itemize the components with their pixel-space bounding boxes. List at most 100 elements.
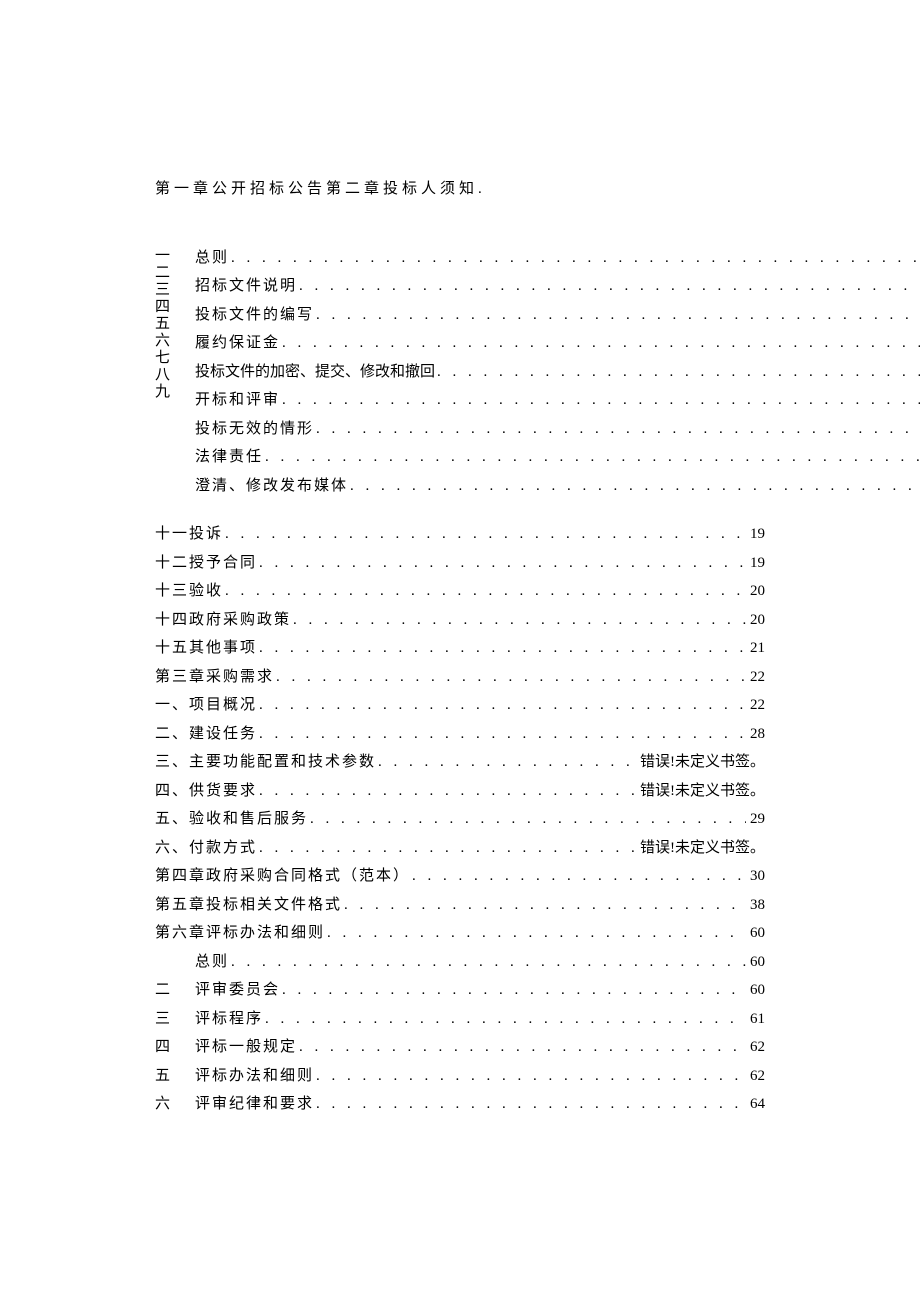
toc-dots [376, 748, 636, 777]
toc-page: 22 [746, 663, 765, 692]
toc-entry: 招标文件说明9 [195, 272, 920, 301]
toc-dots [274, 663, 746, 692]
toc-page: 60 [746, 919, 765, 948]
toc-entry: 十三验收 20 [155, 577, 765, 606]
toc-dots [223, 520, 746, 549]
toc-block1-lines: 总则7 招标文件说明9 投标文件的编写9 履约保证金11 投标文件的加密、提交、… [195, 244, 920, 501]
toc-prefix: 三 [155, 1005, 195, 1034]
toc-page: 60 [746, 976, 765, 1005]
vertical-number-column: 一二三四五六七八九 [155, 244, 195, 501]
toc-label: 四、供货要求 [155, 777, 257, 806]
toc-page: 错误!未定义书签。 [636, 777, 765, 806]
toc-label: 第六章评标办法和细则 [155, 919, 325, 948]
toc-dots [229, 948, 746, 977]
toc-dots [263, 443, 920, 472]
toc-dots [410, 862, 746, 891]
toc-page: 38 [746, 891, 765, 920]
toc-dots [348, 472, 920, 501]
toc-label: 招标文件说明 [195, 272, 297, 301]
vertical-numbers: 一二三四五六七八九 [153, 244, 168, 400]
toc-page: 64 [746, 1090, 765, 1119]
toc-entry: 五、验收和售后服务 29 [155, 805, 765, 834]
toc-page: 错误!未定义书签。 [636, 748, 765, 777]
toc-label: 履约保证金 [195, 329, 280, 358]
toc-dots [257, 549, 746, 578]
toc-label: 十四政府采购政策 [155, 606, 291, 635]
toc-dots [257, 834, 636, 863]
toc-entry: 投标文件的编写9 [195, 301, 920, 330]
toc-dots [297, 272, 920, 301]
toc-label: 第五章投标相关文件格式 [155, 891, 342, 920]
toc-label: 六、付款方式 [155, 834, 257, 863]
toc-entry: 澄清、修改发布媒体18 [195, 472, 920, 501]
toc-label: 评标办法和细则 [195, 1062, 314, 1091]
toc-entry: 十四政府采购政策 20 [155, 606, 765, 635]
toc-page: 20 [746, 606, 765, 635]
toc-page: 29 [746, 805, 765, 834]
toc-dots [257, 634, 746, 663]
toc-prefix: 四 [155, 1033, 195, 1062]
toc-page: 61 [746, 1005, 765, 1034]
toc-label: 总则 [195, 948, 229, 977]
toc-dots [257, 720, 746, 749]
toc-entry: 第四章政府采购合同格式（范本）30 [155, 862, 765, 891]
toc-prefix: 二 [155, 976, 195, 1005]
toc-dots [314, 301, 920, 330]
toc-page: 21 [746, 634, 765, 663]
toc-label: 三、主要功能配置和技术参数 [155, 748, 376, 777]
toc-label: 评审纪律和要求 [195, 1090, 314, 1119]
toc-page: 19 [746, 549, 765, 578]
toc-block-2: 十一投诉19 十二授予合同 19 十三验收 20 十四政府采购政策 20 十五其他事项… [155, 520, 765, 948]
toc-dots [263, 1005, 746, 1034]
toc-entry: 四评标一般规定62 [155, 1033, 765, 1062]
toc-entry: 投标无效的情形15 [195, 415, 920, 444]
toc-label: 十三验收 [155, 577, 223, 606]
toc-dots [223, 577, 746, 606]
toc-entry: 第三章采购需求 22 [155, 663, 765, 692]
toc-page: 62 [746, 1033, 765, 1062]
toc-block-1: 一二三四五六七八九 总则7 招标文件说明9 投标文件的编写9 履约保证金11 投… [155, 244, 765, 501]
toc-entry: 二、建设任务28 [155, 720, 765, 749]
toc-entry: 六评审纪律和要求64 [155, 1090, 765, 1119]
toc-label: 投标无效的情形 [195, 415, 314, 444]
toc-dots [280, 386, 920, 415]
toc-entry: 十五其他事项21 [155, 634, 765, 663]
toc-label: 开标和评审 [195, 386, 280, 415]
toc-entry: 第六章评标办法和细则 60 [155, 919, 765, 948]
toc-dots [314, 1062, 746, 1091]
toc-dots [280, 329, 920, 358]
toc-label: 第三章采购需求 [155, 663, 274, 692]
toc-entry: 总则 60 [155, 948, 765, 977]
toc-dots [257, 777, 636, 806]
toc-entry: 三评标程序61 [155, 1005, 765, 1034]
toc-dots [325, 919, 746, 948]
page-header: 第一章公开招标公告第二章投标人须知. [155, 175, 765, 204]
toc-page: 22 [746, 691, 765, 720]
toc-page: 62 [746, 1062, 765, 1091]
toc-dots [308, 805, 746, 834]
toc-page: 20 [746, 577, 765, 606]
toc-entry: 第五章投标相关文件格式 38 [155, 891, 765, 920]
toc-dots [435, 358, 920, 387]
toc-page: 28 [746, 720, 765, 749]
toc-label: 一、项目概况 [155, 691, 257, 720]
toc-dots [229, 244, 920, 273]
toc-entry: 十一投诉19 [155, 520, 765, 549]
toc-dots [297, 1033, 746, 1062]
toc-dots [342, 891, 746, 920]
toc-label: 投标文件的编写 [195, 301, 314, 330]
toc-label: 十二授予合同 [155, 549, 257, 578]
toc-prefix: 五 [155, 1062, 195, 1091]
toc-entry: 一、项目概况 22 [155, 691, 765, 720]
toc-label: 评审委员会 [195, 976, 280, 1005]
toc-label: 澄清、修改发布媒体 [195, 472, 348, 501]
toc-label: 总则 [195, 244, 229, 273]
toc-entry: 法律责任16 [195, 443, 920, 472]
toc-dots [257, 691, 746, 720]
toc-entry: 投标文件的加密、提交、修改和撤回12 [195, 358, 920, 387]
toc-entry: 六、付款方式错误!未定义书签。 [155, 834, 765, 863]
toc-dots [291, 606, 746, 635]
toc-page: 60 [746, 948, 765, 977]
toc-label: 五、验收和售后服务 [155, 805, 308, 834]
toc-label: 投标文件的加密、提交、修改和撤回 [195, 358, 435, 387]
